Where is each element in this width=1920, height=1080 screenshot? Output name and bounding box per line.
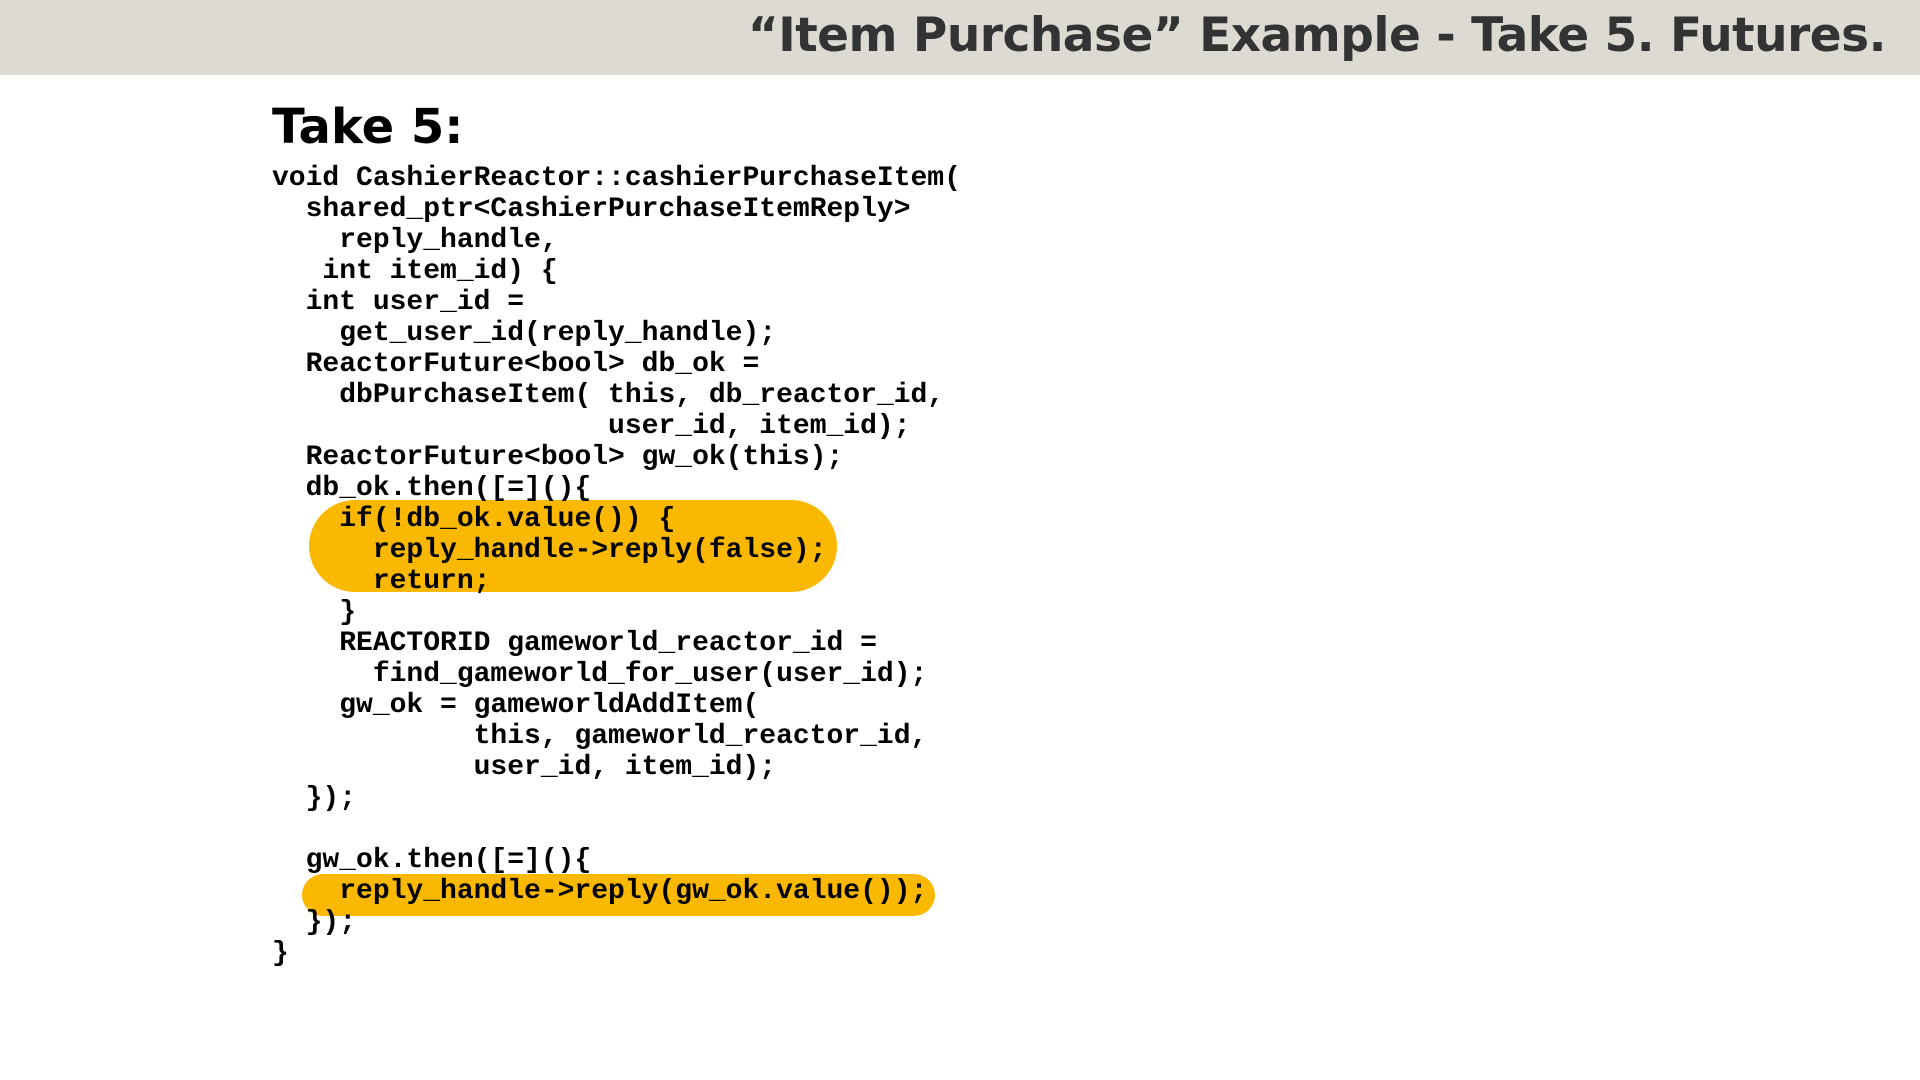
code-line: REACTORID gameworld_reactor_id = xyxy=(272,628,877,659)
code-line: reply_handle->reply(false); xyxy=(272,535,827,566)
code-line: find_gameworld_for_user(user_id); xyxy=(272,659,928,690)
code-line: return; xyxy=(272,566,491,597)
code-line: user_id, item_id); xyxy=(272,752,777,783)
code-line: this, gameworld_reactor_id, xyxy=(272,721,928,752)
code-line: user_id, item_id); xyxy=(272,411,911,442)
code-line: }); xyxy=(272,907,357,938)
code-line: db_ok.then([=](){ xyxy=(272,473,592,504)
code-line: int user_id = xyxy=(272,287,525,318)
code-line: dbPurchaseItem( this, db_reactor_id, xyxy=(272,380,945,411)
code-line: ReactorFuture<bool> gw_ok(this); xyxy=(272,442,844,473)
code-line: shared_ptr<CashierPurchaseItemReply> xyxy=(272,194,911,225)
code-line: }); xyxy=(272,783,357,814)
code-listing: void CashierReactor::cashierPurchaseItem… xyxy=(272,163,961,969)
code-line: gw_ok = gameworldAddItem( xyxy=(272,690,760,721)
header-bar: “Item Purchase” Example - Take 5. Future… xyxy=(0,0,1920,75)
code-line: get_user_id(reply_handle); xyxy=(272,318,777,349)
slide-title: “Item Purchase” Example - Take 5. Future… xyxy=(747,8,1887,63)
code-line: } xyxy=(272,938,289,969)
code-line: gw_ok.then([=](){ xyxy=(272,845,592,876)
code-line: void CashierReactor::cashierPurchaseItem… xyxy=(272,163,961,194)
code-line: } xyxy=(272,597,357,628)
code-line: reply_handle, xyxy=(272,225,558,256)
section-heading: Take 5: xyxy=(272,99,464,155)
code-line: ReactorFuture<bool> db_ok = xyxy=(272,349,760,380)
code-line: reply_handle->reply(gw_ok.value()); xyxy=(272,876,928,907)
code-line: if(!db_ok.value()) { xyxy=(272,504,676,535)
code-line: int item_id) { xyxy=(272,256,558,287)
